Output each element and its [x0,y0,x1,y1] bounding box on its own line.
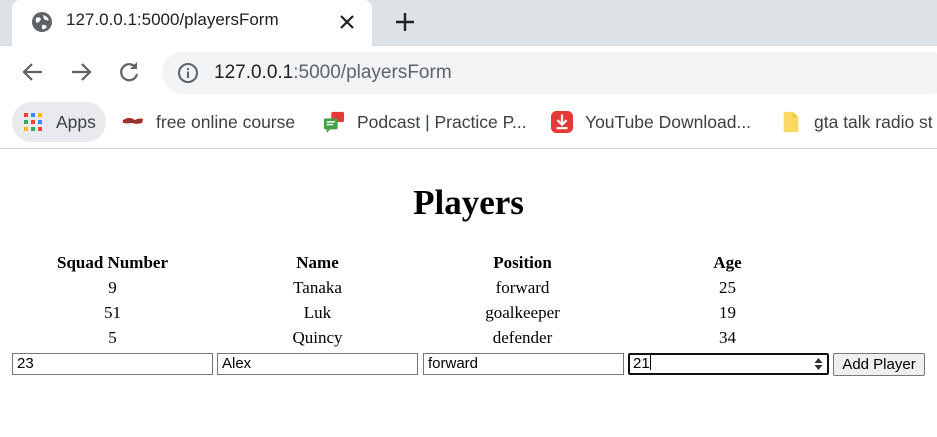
globe-icon [32,12,52,32]
page-title: Players [413,183,524,222]
cell-name: Luk [303,302,332,322]
browser-toolbar: 127.0.0.1:5000/playersForm [0,46,937,98]
cell-age: 25 [719,277,736,297]
cell-empty [830,275,930,300]
bookmarks-bar: Apps free online course Podcast | Practi… [0,98,937,149]
bookmark-free-online-course[interactable]: free online course [122,102,295,142]
age-value: 21 [633,355,650,372]
table-row: 51 Luk goalkeeper 19 [10,300,930,325]
name-input[interactable]: Alex [217,353,418,375]
bookmark-label: Podcast | Practice P... [357,111,527,132]
squad-number-value: 23 [17,355,34,372]
course-bookmark-icon [122,117,144,124]
url-host: 127.0.0.1 [214,62,294,83]
folder-icon [783,111,799,133]
cell-position: goalkeeper [485,302,560,322]
cell-squad-number: 5 [108,327,117,347]
new-tab-icon[interactable] [392,9,418,35]
cell-age: 19 [719,302,736,322]
position-input[interactable]: forward [423,353,624,375]
squad-number-input[interactable]: 23 [12,353,213,375]
cell-empty [830,325,930,350]
bookmark-label: gta talk radio st [814,111,933,132]
tab-strip: 127.0.0.1:5000/playersForm [0,0,937,46]
players-table: Squad Number Name Position Age 9 Tanaka … [10,250,930,350]
url-text[interactable]: 127.0.0.1:5000/playersForm [214,62,452,84]
table-row: 5 Quincy defender 34 [10,325,930,350]
cell-squad-number: 51 [104,302,121,322]
apps-grid-icon [24,113,42,131]
close-icon[interactable] [335,10,359,34]
tab-title: 127.0.0.1:5000/playersForm [66,10,279,29]
download-bookmark-icon [551,111,573,133]
table-row: 9 Tanaka forward 25 [10,275,930,300]
cell-empty [830,300,930,325]
column-header-position: Position [493,252,552,272]
cell-position: defender [492,327,553,347]
cell-name: Quincy [292,327,343,347]
cell-squad-number: 9 [108,277,117,297]
table-header-row: Squad Number Name Position Age [10,250,930,275]
cell-name: Tanaka [293,277,342,297]
add-player-button[interactable]: Add Player [833,353,925,376]
position-value: forward [428,355,479,372]
bookmark-label: free online course [156,111,296,132]
bookmark-podcast[interactable]: Podcast | Practice P... [323,102,527,142]
text-caret [649,355,651,370]
bookmark-label: YouTube Download... [585,111,752,132]
column-header-name: Name [296,252,339,272]
podcast-bookmark-icon [323,111,345,133]
column-header-action [830,250,930,275]
reload-icon[interactable] [116,59,142,85]
column-header-squad-number: Squad Number [56,252,168,272]
cell-position: forward [495,277,550,297]
bookmark-youtube-download[interactable]: YouTube Download... [551,102,751,142]
age-number-input[interactable]: 21 [628,353,829,375]
browser-tab[interactable]: 127.0.0.1:5000/playersForm [12,0,372,46]
column-header-age: Age [713,252,742,272]
back-arrow-icon[interactable] [20,59,46,85]
bookmark-apps[interactable]: Apps [12,102,106,142]
number-spinner-icon[interactable] [814,357,823,371]
bookmark-folder-gta-talk-radio[interactable]: gta talk radio st [780,102,933,142]
bookmark-label: Apps [56,111,96,132]
forward-arrow-icon[interactable] [68,59,94,85]
cell-age: 34 [719,327,736,347]
info-icon[interactable] [177,62,199,84]
address-bar[interactable]: 127.0.0.1:5000/playersForm [162,52,937,94]
url-path: :5000/playersForm [293,62,452,83]
name-value: Alex [222,355,252,372]
